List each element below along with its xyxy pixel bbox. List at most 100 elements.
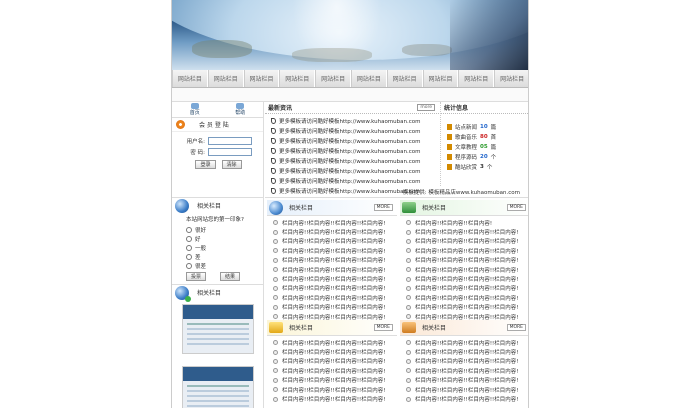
column-item[interactable]: 栏目内容!!栏目内容!!栏目内容!!栏目内容!	[273, 218, 397, 227]
column-item[interactable]: 栏目内容!!栏目内容!!栏目内容!!栏目内容!	[406, 227, 528, 236]
nav-item[interactable]: 网站栏目	[207, 70, 244, 87]
bullet-icon	[273, 368, 278, 374]
more-button[interactable]: more	[417, 104, 435, 111]
stats-title: 统计信息	[444, 105, 469, 112]
news-item[interactable]: 更多模板请访问酷好模板http://www.kuhaomuban.com	[271, 156, 439, 166]
bullet-icon	[273, 387, 278, 393]
password-field[interactable]	[208, 147, 252, 156]
column-header: 相关栏目 MORE	[400, 320, 528, 336]
poll-option[interactable]: 很差	[186, 261, 263, 270]
column-item[interactable]: 栏目内容!!栏目内容!!栏目内容!!栏目内容!	[273, 347, 397, 356]
column-title: 相关栏目	[289, 205, 314, 212]
radio-icon[interactable]	[186, 244, 192, 251]
column-item[interactable]: 栏目内容!!栏目内容!!栏目内容!!栏目内容!	[273, 303, 397, 312]
news-item[interactable]: 更多模板请访问酷好模板http://www.kuhaomuban.com	[271, 136, 439, 146]
column-item[interactable]: 栏目内容!!栏目内容!!栏目内容!!栏目内容!	[273, 385, 397, 394]
column-item[interactable]: 栏目内容!!栏目内容!!栏目内容!!栏目内容!	[406, 338, 528, 347]
news-panel: 最新资讯 more 更多模板请访问酷好模板http://www.kuhaomub…	[265, 102, 439, 196]
news-item[interactable]: 更多模板请访问酷好模板http://www.kuhaomuban.com	[271, 176, 439, 186]
header-banner	[172, 0, 528, 70]
more-button[interactable]: MORE	[373, 324, 393, 331]
nav-item[interactable]: 网站栏目	[386, 70, 423, 87]
bullet-icon	[273, 238, 278, 244]
news-item[interactable]: 更多模板请访问酷好模板http://www.kuhaomuban.com	[271, 166, 439, 176]
radio-icon[interactable]	[186, 235, 192, 242]
radio-icon[interactable]	[186, 262, 192, 269]
username-field[interactable]	[208, 136, 252, 145]
poll-option[interactable]: 很好	[186, 225, 263, 234]
clear-button[interactable]: 清除	[221, 160, 242, 169]
column-item[interactable]: 栏目内容!!栏目内容!!栏目内容!!栏目内容!	[273, 274, 397, 283]
column-item[interactable]: 栏目内容!!栏目内容!!栏目内容!!栏目内容!	[273, 357, 397, 366]
column-item[interactable]: 栏目内容!!栏目内容!!栏目内容!!栏目内容!	[273, 227, 397, 236]
column-item[interactable]: 栏目内容!!栏目内容!!栏目内容!!栏目内容!	[406, 385, 528, 394]
nav-item[interactable]: 网站栏目	[458, 70, 495, 87]
bullet-icon	[406, 396, 411, 402]
nav-item[interactable]: 网站栏目	[172, 70, 208, 87]
column-item[interactable]: 栏目内容!!栏目内容!!栏目内容!	[406, 218, 528, 227]
site-thumbnail[interactable]	[181, 366, 254, 408]
nav-item[interactable]: 网站栏目	[243, 70, 280, 87]
column-item[interactable]: 栏目内容!!栏目内容!!栏目内容!!栏目内容!	[273, 256, 397, 265]
column-item[interactable]: 栏目内容!!栏目内容!!栏目内容!!栏目内容!	[406, 394, 528, 403]
home-link[interactable]: 首页	[190, 103, 200, 116]
column-item[interactable]: 栏目内容!!栏目内容!!栏目内容!!栏目内容!	[273, 366, 397, 375]
column-item[interactable]: 栏目内容!!栏目内容!!栏目内容!!栏目内容!	[406, 303, 528, 312]
column-item[interactable]: 栏目内容!!栏目内容!!栏目内容!!栏目内容!	[273, 265, 397, 274]
poll-question: 本站网站您的第一印象?	[186, 217, 244, 223]
column-item[interactable]: 栏目内容!!栏目内容!!栏目内容!!栏目内容!	[406, 246, 528, 255]
nav-item[interactable]: 网站栏目	[350, 70, 387, 87]
column-item[interactable]: 栏目内容!!栏目内容!!栏目内容!!栏目内容!	[406, 357, 528, 366]
column-item[interactable]: 栏目内容!!栏目内容!!栏目内容!!栏目内容!	[273, 394, 397, 403]
news-item[interactable]: 更多模板请访问酷好模板http://www.kuhaomuban.com	[271, 116, 439, 126]
column-item[interactable]: 栏目内容!!栏目内容!!栏目内容!!栏目内容!	[273, 338, 397, 347]
stats-header: 统计信息	[441, 102, 528, 114]
column-item[interactable]: 栏目内容!!栏目内容!!栏目内容!!栏目内容!	[273, 284, 397, 293]
more-button[interactable]: MORE	[373, 204, 393, 211]
column-item[interactable]: 栏目内容!!栏目内容!!栏目内容!!栏目内容!	[406, 366, 528, 375]
column-title: 相关栏目	[422, 205, 447, 212]
news-item[interactable]: 更多模板请访问酷好模板http://www.kuhaomuban.com	[271, 126, 439, 136]
nav-item[interactable]: 网站栏目	[279, 70, 316, 87]
column-item[interactable]: 栏目内容!!栏目内容!!栏目内容!!栏目内容!	[406, 376, 528, 385]
bullet-icon	[273, 248, 278, 254]
column-item[interactable]: 栏目内容!!栏目内容!!栏目内容!!栏目内容!	[406, 293, 528, 302]
poll-option[interactable]: 差	[186, 252, 263, 261]
bullet-icon	[273, 377, 278, 383]
site-thumbnail[interactable]	[181, 304, 254, 354]
column-item[interactable]: 栏目内容!!栏目内容!!栏目内容!!栏目内容!	[273, 246, 397, 255]
column-item[interactable]: 栏目内容!!栏目内容!!栏目内容!!栏目内容!	[406, 265, 528, 274]
help-link[interactable]: 帮助	[235, 103, 245, 116]
column-item[interactable]: 栏目内容!!栏目内容!!栏目内容!!栏目内容!	[273, 376, 397, 385]
bullet-icon	[273, 340, 278, 346]
login-button[interactable]: 登录	[195, 160, 216, 169]
column-item[interactable]: 栏目内容!!栏目内容!!栏目内容!!栏目内容!	[406, 284, 528, 293]
login-title: 会 员 登 陆	[199, 122, 229, 129]
poll-option[interactable]: 好	[186, 234, 263, 243]
column-item[interactable]: 栏目内容!!栏目内容!!栏目内容!!栏目内容!	[406, 274, 528, 283]
column-item[interactable]: 栏目内容!!栏目内容!!栏目内容!!栏目内容!	[273, 237, 397, 246]
member-icon	[176, 120, 185, 129]
news-item[interactable]: 更多模板请访问酷好模板http://www.kuhaomuban.com	[271, 146, 439, 156]
column-title: 相关栏目	[289, 325, 314, 332]
more-button[interactable]: MORE	[506, 204, 526, 211]
leaf-icon	[271, 128, 276, 134]
column-item[interactable]: 栏目内容!!栏目内容!!栏目内容!!栏目内容!	[406, 237, 528, 246]
news-header: 最新资讯 more	[265, 102, 439, 114]
column-item[interactable]: 栏目内容!!栏目内容!!栏目内容!!栏目内容!	[406, 347, 528, 356]
globe-icon	[269, 200, 283, 215]
radio-icon[interactable]	[186, 226, 192, 233]
bullet-icon	[273, 295, 278, 301]
radio-icon[interactable]	[186, 253, 192, 260]
bullet-icon	[273, 220, 278, 226]
nav-item[interactable]: 网站栏目	[494, 70, 528, 87]
column-item[interactable]: 栏目内容!!栏目内容!!栏目内容!!栏目内容!	[406, 256, 528, 265]
quick-links: 首页 帮助	[172, 102, 263, 118]
column-item[interactable]: 栏目内容!!栏目内容!!栏目内容!!栏目内容!	[273, 293, 397, 302]
nav-item[interactable]: 网站栏目	[422, 70, 459, 87]
nav-item[interactable]: 网站栏目	[315, 70, 351, 87]
more-button[interactable]: MORE	[506, 324, 526, 331]
vote-button[interactable]: 投票	[186, 272, 207, 281]
poll-option[interactable]: 一般	[186, 243, 263, 252]
result-button[interactable]: 结果	[220, 272, 241, 281]
